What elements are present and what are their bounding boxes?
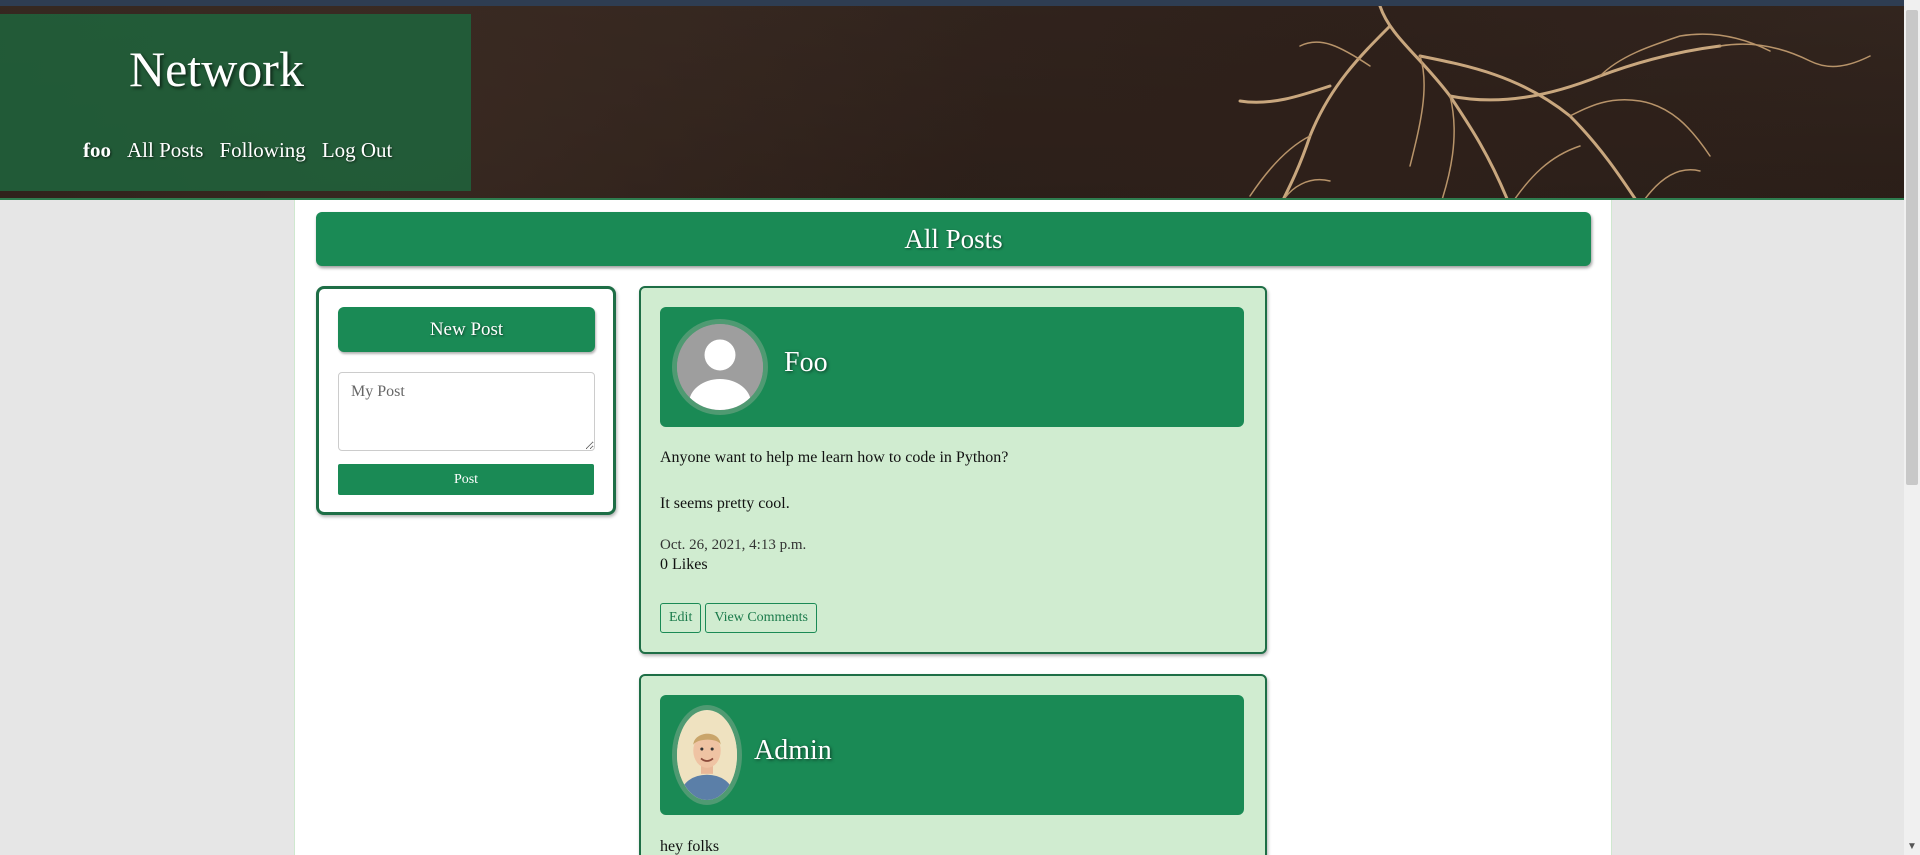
post-author[interactable]: Admin <box>754 735 832 767</box>
new-post-panel: New Post Post <box>316 286 616 515</box>
post-actions: Edit View Comments <box>660 603 817 633</box>
post-header: Foo <box>660 307 1244 427</box>
nav-user-link[interactable]: foo <box>83 138 111 163</box>
post-card: Admin hey folks <box>639 674 1267 855</box>
post-header: Admin <box>660 695 1244 815</box>
main-nav: foo All Posts Following Log Out <box>83 138 392 163</box>
new-post-input[interactable] <box>338 372 595 451</box>
post-body-line: Anyone want to help me learn how to code… <box>660 449 1009 466</box>
view-comments-button[interactable]: View Comments <box>705 603 817 633</box>
page-title: All Posts <box>316 212 1591 266</box>
post-timestamp: Oct. 26, 2021, 4:13 p.m. <box>660 537 807 553</box>
brand-panel: Network foo All Posts Following Log Out <box>0 14 471 191</box>
nav-logout-link[interactable]: Log Out <box>322 138 393 163</box>
post-body: Anyone want to help me learn how to code… <box>660 449 1244 541</box>
nav-all-posts-link[interactable]: All Posts <box>127 138 203 163</box>
roots-decoration <box>1238 6 1871 198</box>
post-likes: 0 Likes <box>660 556 708 573</box>
new-post-title: New Post <box>338 307 595 352</box>
scrollbar-thumb[interactable] <box>1906 10 1918 485</box>
scroll-down-arrow-icon[interactable]: ▼ <box>1904 839 1920 855</box>
user-photo-icon[interactable] <box>672 705 742 805</box>
post-card: Foo Anyone want to help me learn how to … <box>639 286 1267 654</box>
post-author[interactable]: Foo <box>784 347 828 379</box>
post-submit-button[interactable]: Post <box>338 464 594 495</box>
default-user-icon[interactable] <box>672 319 768 415</box>
user-photo-graphic <box>677 712 737 800</box>
post-body-line: hey folks <box>660 838 720 855</box>
post-body-line: It seems pretty cool. <box>660 495 790 512</box>
site-header: Network foo All Posts Following Log Out <box>0 0 1904 200</box>
brand-title: Network <box>129 41 304 97</box>
nav-following-link[interactable]: Following <box>219 138 305 163</box>
edit-post-button[interactable]: Edit <box>660 603 702 633</box>
default-user-icon-graphic <box>677 324 763 410</box>
